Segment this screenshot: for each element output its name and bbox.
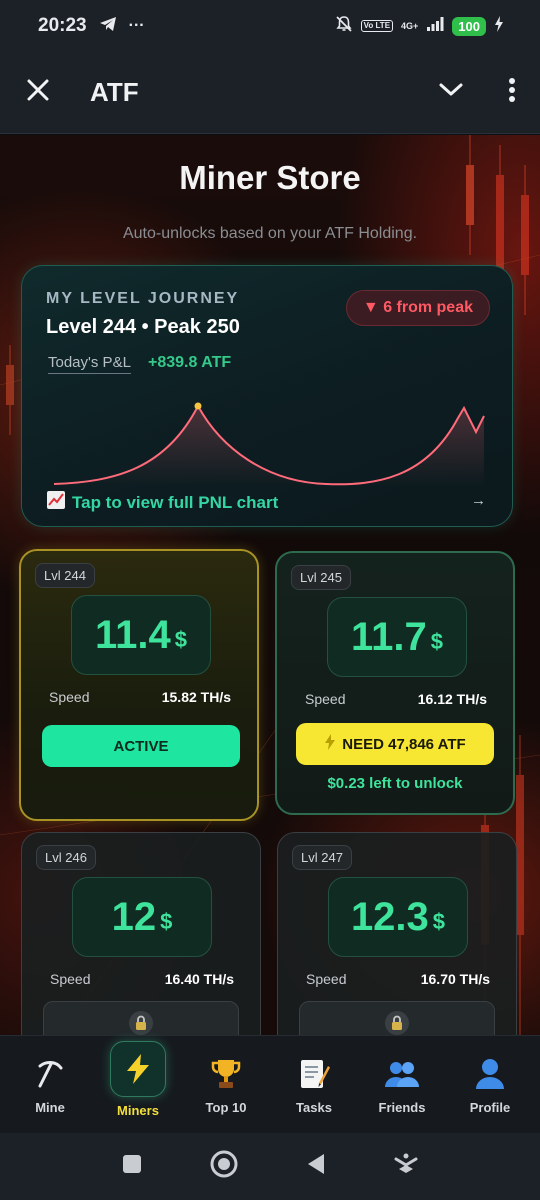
lightning-icon <box>324 734 336 754</box>
miner-price-unit: $ <box>430 629 443 654</box>
level-journey-chart <box>53 402 485 486</box>
signal-icon <box>426 16 444 37</box>
more-notifications-icon: ··· <box>128 17 145 34</box>
miner-speed-label: Speed <box>306 971 347 987</box>
nav-label: Top 10 <box>205 1100 247 1115</box>
miner-price: 12.3 <box>350 894 429 939</box>
journey-level: Level 244 • Peak 250 <box>46 316 240 338</box>
network-type: 4G+ <box>401 21 419 31</box>
app-header: ATF <box>0 52 540 134</box>
telegram-icon <box>99 16 117 37</box>
pnl-label: Today's P&L <box>48 354 131 374</box>
miner-price-unit: $ <box>160 909 173 934</box>
miner-speed-value: 15.82 TH/s <box>161 689 231 705</box>
lightning-icon <box>110 1041 166 1097</box>
miner-price: 11.7 <box>351 614 427 659</box>
nav-item-profile[interactable]: Profile <box>449 1054 531 1115</box>
nav-label: Friends <box>378 1100 426 1115</box>
miner-speed-label: Speed <box>305 691 346 707</box>
page-title: Miner Store <box>179 159 361 196</box>
nav-label: Miners <box>117 1103 159 1118</box>
miner-store-page[interactable]: Miner Store Auto-unlocks based on your A… <box>0 135 540 1035</box>
miner-price-unit: $ <box>432 909 446 934</box>
journey-label: MY LEVEL JOURNEY <box>46 290 240 307</box>
mute-icon <box>335 15 353 38</box>
miner-price: 12 <box>111 894 157 939</box>
recents-icon[interactable] <box>121 1153 143 1180</box>
volte-badge: Vo LTE <box>360 20 394 32</box>
need-atf-label: NEED 47,846 ATF <box>342 735 466 753</box>
lock-icon <box>384 1010 410 1035</box>
miner-price-box: 11.4 $ <box>71 595 211 675</box>
charging-icon <box>494 15 504 37</box>
chart-up-icon <box>46 490 66 515</box>
trophy-icon <box>209 1054 243 1094</box>
miner-speed-label: Speed <box>49 689 90 705</box>
assistant-icon[interactable] <box>393 1151 419 1182</box>
status-bar: 20:23 ··· Vo LTE 4G+ 100 <box>0 0 540 52</box>
view-pnl-chart-link[interactable]: Tap to view full PNL chart <box>46 490 278 515</box>
pickaxe-icon <box>34 1054 66 1094</box>
nav-item-mine[interactable]: Mine <box>9 1054 91 1115</box>
miner-speed-value: 16.12 TH/s <box>417 691 487 707</box>
active-button[interactable]: ACTIVE <box>42 725 240 767</box>
more-vertical-icon[interactable] <box>508 77 516 108</box>
miner-speed-value: 16.40 TH/s <box>164 971 234 987</box>
close-icon[interactable] <box>24 76 52 109</box>
miner-level-tag: Lvl 247 <box>292 845 352 870</box>
unlock-remaining-text: $0.23 left to unlock <box>327 775 463 792</box>
nav-item-miners[interactable]: Miners <box>97 1041 179 1118</box>
nav-label: Tasks <box>296 1100 332 1115</box>
miner-price: 11.4 <box>95 612 171 657</box>
miner-card-locked[interactable]: Lvl 246 12 $ Speed 16.40 TH/s <box>21 832 261 1035</box>
nav-item-friends[interactable]: Friends <box>361 1054 443 1115</box>
locked-button[interactable] <box>299 1001 495 1035</box>
peak-badge: ▼ 6 from peak <box>345 290 490 326</box>
memo-icon <box>297 1054 331 1094</box>
locked-button[interactable] <box>43 1001 239 1035</box>
miner-level-tag: Lvl 245 <box>291 565 351 590</box>
chevron-down-icon[interactable] <box>438 82 464 103</box>
home-icon[interactable] <box>209 1149 239 1184</box>
page-subtitle: Auto-unlocks based on your ATF Holding. <box>122 225 418 242</box>
lock-icon <box>128 1010 154 1035</box>
user-icon <box>474 1054 506 1094</box>
miner-level-tag: Lvl 244 <box>35 563 95 588</box>
miner-card-active[interactable]: Lvl 244 11.4 $ Speed 15.82 TH/s ACTIVE <box>19 549 259 821</box>
miner-price-box: 12.3 $ <box>328 877 468 957</box>
miner-card-next[interactable]: Lvl 245 11.7 $ Speed 16.12 TH/s NEED 47,… <box>275 551 515 815</box>
app-title: ATF <box>90 77 139 107</box>
battery-level: 100 <box>452 16 486 36</box>
back-icon[interactable] <box>305 1152 327 1181</box>
arrow-right-icon: → <box>471 492 486 509</box>
peak-marker <box>194 402 202 410</box>
view-pnl-chart-label: Tap to view full PNL chart <box>72 492 279 512</box>
nav-item-top-10[interactable]: Top 10 <box>185 1054 267 1115</box>
nav-label: Profile <box>469 1100 511 1115</box>
status-time: 20:23 <box>38 15 87 36</box>
miner-price-unit: $ <box>174 627 187 652</box>
nav-item-tasks[interactable]: Tasks <box>273 1054 355 1115</box>
need-atf-button[interactable]: NEED 47,846 ATF <box>296 723 494 765</box>
miner-card-locked[interactable]: Lvl 247 12.3 $ Speed 16.70 TH/s <box>277 832 517 1035</box>
miner-level-tag: Lvl 246 <box>36 845 96 870</box>
users-icon <box>383 1054 421 1094</box>
bottom-nav: Mine Miners Top 10 Tasks Friends Profile <box>0 1035 540 1133</box>
level-journey-card[interactable]: MY LEVEL JOURNEY Level 244 • Peak 250 ▼ … <box>21 265 513 527</box>
system-nav-bar <box>0 1133 540 1200</box>
miner-price-box: 11.7 $ <box>327 597 467 677</box>
nav-label: Mine <box>35 1100 65 1115</box>
miner-speed-value: 16.70 TH/s <box>420 971 490 987</box>
miner-speed-label: Speed <box>50 971 91 987</box>
pnl-value: +839.8 ATF <box>148 354 232 371</box>
miner-price-box: 12 $ <box>72 877 212 957</box>
